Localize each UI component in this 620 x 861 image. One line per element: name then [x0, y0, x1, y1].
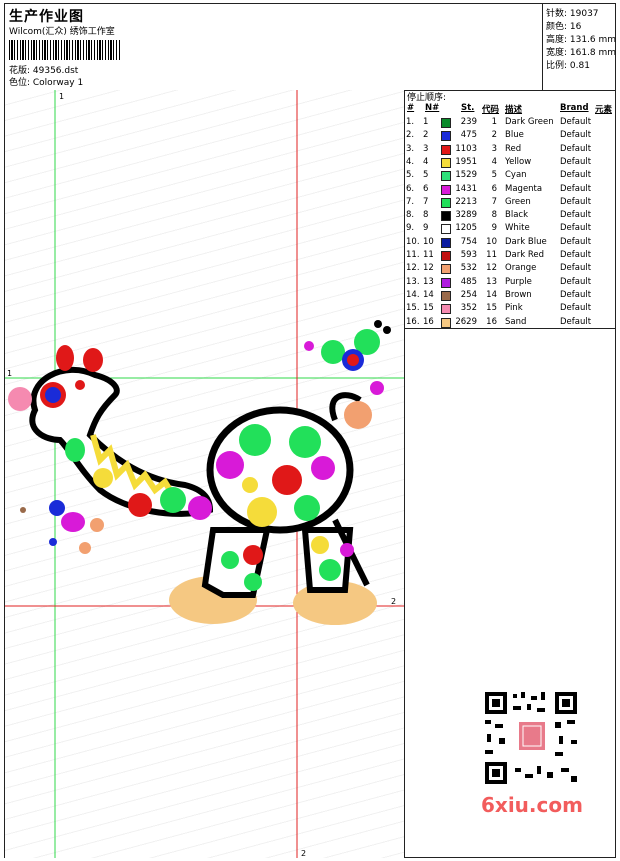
thread-swatch	[441, 197, 451, 208]
thread-swatch	[441, 118, 451, 128]
design-canvas: 1 1 2 2	[5, 90, 405, 858]
thread-row: 11. 11 593 11 Dark Red Default	[406, 250, 592, 261]
thread-row: 16. 16 2629 16 Sand Default	[406, 316, 592, 328]
thread-swatch	[441, 290, 451, 301]
thread-row: 5. 5 1529 5 Cyan Default	[406, 170, 592, 182]
thread-swatch	[441, 144, 451, 155]
col-code: 代码	[482, 105, 500, 115]
thread-row: 7. 7 2213 7 Green Default	[406, 196, 592, 208]
thread-row: 1. 1 239 1 Dark Green Default	[406, 117, 592, 128]
col-index: #	[407, 103, 415, 113]
thread-swatch	[441, 171, 451, 182]
thread-row: 2. 2 475 2 Blue Default	[406, 130, 592, 142]
marker-bottom-2: 2	[301, 849, 306, 858]
thread-swatch	[441, 264, 451, 275]
thread-row: 15. 15 352 15 Pink Default	[406, 303, 592, 315]
col-needle: N#	[425, 103, 440, 113]
thread-row: 4. 4 1951 4 Yellow Default	[406, 156, 592, 168]
sheet-header: 生产作业图 Wilcom(汇众) 绣饰工作室 花版: 49356.dst 色位:…	[5, 4, 617, 91]
thread-swatch	[441, 157, 451, 168]
thread-row: 3. 3 1103 3 Red Default	[406, 143, 592, 155]
giraffe-horn-right	[83, 348, 103, 372]
watermark: 6xiu.com	[481, 793, 583, 817]
thread-row: 8. 8 3289 8 Black Default	[406, 210, 592, 222]
thread-row: 10. 10 754 10 Dark Blue Default	[406, 236, 592, 248]
thread-row: 12. 12 532 12 Orange Default	[406, 263, 592, 275]
colorway: 色位: Colorway 1	[9, 78, 84, 88]
butterfly-wing	[321, 340, 345, 364]
qr-code-icon	[475, 688, 587, 788]
thread-swatch	[441, 224, 451, 235]
giraffe-cheek	[8, 387, 32, 411]
design-scale: 比例: 0.81	[546, 61, 590, 71]
thread-row: 6. 6 1431 6 Magenta Default	[406, 183, 592, 195]
col-brand: Brand	[560, 103, 589, 113]
thread-swatch	[441, 304, 451, 315]
stitch-count: 针数: 19037	[546, 9, 599, 19]
marker-top-1: 1	[59, 92, 64, 101]
marker-right-2: 2	[391, 597, 396, 606]
sheet-title: 生产作业图	[9, 9, 84, 25]
thread-swatch	[441, 131, 451, 142]
design-width: 宽度: 161.8 mm	[546, 48, 617, 58]
design-height: 高度: 131.6 mm	[546, 35, 617, 45]
giraffe-horn-left	[56, 345, 74, 371]
embroidery-design: 1 1 2 2	[5, 90, 404, 858]
color-count: 颜色: 16	[546, 22, 582, 32]
studio-name: Wilcom(汇众) 绣饰工作室	[9, 27, 115, 37]
thread-swatch	[441, 317, 451, 328]
col-element: 元素	[595, 105, 613, 115]
thread-row: 13. 13 485 13 Purple Default	[406, 276, 592, 288]
thread-swatch	[441, 211, 451, 222]
stop-sequence-panel: 停止顺序: # N# St. 代码 描述 Brand 元素 1. 1 239 1 Dar…	[405, 90, 616, 329]
stop-sequence-title: 停止顺序:	[407, 93, 447, 103]
stats-box: 针数: 19037 颜色: 16 高度: 131.6 mm 宽度: 161.8 …	[542, 4, 617, 90]
thread-swatch	[441, 237, 451, 248]
production-sheet: 生产作业图 Wilcom(汇众) 绣饰工作室 花版: 49356.dst 色位:…	[4, 3, 616, 858]
barcode-icon	[9, 40, 121, 60]
small-bird	[61, 512, 85, 532]
thread-swatch	[441, 251, 451, 261]
marker-left-1: 1	[7, 369, 12, 378]
thread-row: 9. 9 1205 9 White Default	[406, 223, 592, 235]
thread-swatch	[441, 184, 451, 195]
col-stitches: St.	[461, 103, 475, 113]
col-description: 描述	[505, 105, 523, 115]
thread-row: 14. 14 254 14 Brown Default	[406, 289, 592, 301]
thread-swatch	[441, 277, 451, 288]
